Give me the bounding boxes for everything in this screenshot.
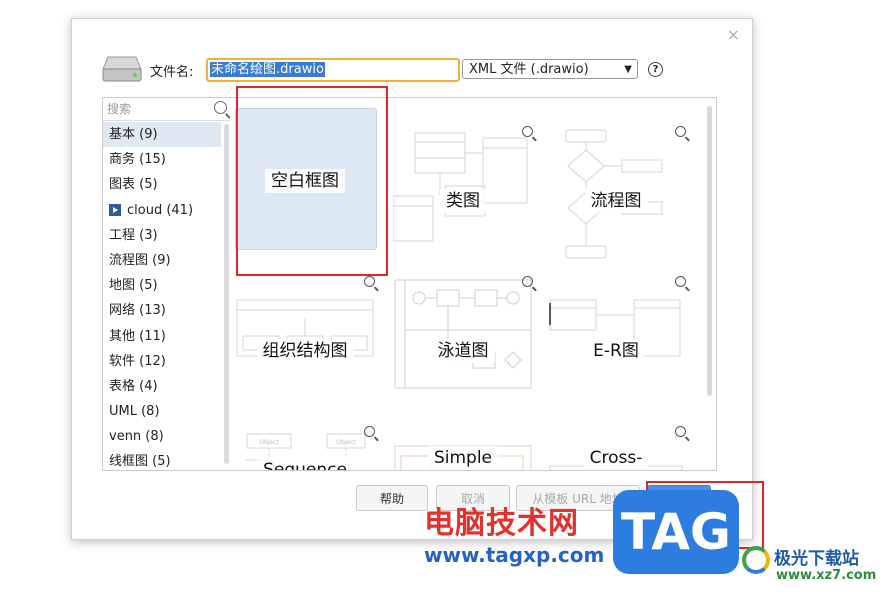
help-button[interactable]: 帮助 (356, 485, 428, 511)
brand-name: 极光下载站 (774, 549, 859, 569)
category-wireframe[interactable]: 线框图 (5) (103, 449, 221, 474)
template-swimlane[interactable]: 泳道图 (393, 276, 533, 418)
filename-label: 文件名: (150, 65, 194, 80)
new-diagram-dialog: × 文件名: 未命名绘图.drawio XML 文件 (.drawio) ▼ ?… (71, 18, 753, 540)
template-scrollbar[interactable] (707, 106, 712, 396)
category-business[interactable]: 商务 (15) (103, 147, 221, 172)
org-chart-zoom-icon[interactable] (364, 276, 375, 287)
watermark-url: www.tagxp.com (424, 543, 605, 567)
category-maps[interactable]: 地图 (5) (103, 273, 221, 298)
category-basic[interactable]: 基本 (9) (103, 122, 221, 148)
category-panel: 搜索 基本 (9) 商务 (15) 图表 (5) cloud (41) 工程 (… (102, 97, 232, 471)
template-class-diagram[interactable]: 类图 (393, 126, 533, 268)
format-select[interactable]: XML 文件 (.drawio) ▼ (462, 59, 638, 79)
template-org-chart[interactable]: 组织结构图 (235, 276, 375, 418)
template-flowchart[interactable]: 流程图 (546, 126, 686, 268)
category-charts[interactable]: 图表 (5) (103, 172, 221, 197)
category-list: 基本 (9) 商务 (15) 图表 (5) cloud (41) 工程 (3) … (103, 122, 221, 475)
category-network[interactable]: 网络 (13) (103, 298, 221, 323)
highlight-blank-template (236, 86, 388, 276)
brand-swirl-icon (742, 546, 770, 574)
chevron-down-icon: ▼ (624, 64, 632, 75)
template-simple[interactable]: Simple (393, 428, 533, 470)
category-flowchart[interactable]: 流程图 (9) (103, 248, 221, 273)
template-sequence-label: Sequence (257, 458, 353, 470)
close-icon[interactable]: × (727, 25, 740, 44)
category-tables[interactable]: 表格 (4) (103, 374, 221, 399)
template-sequence[interactable]: Object Object Sequence (235, 426, 375, 470)
sequence-object-b: Object (336, 439, 356, 446)
cross-functional-zoom-icon[interactable] (675, 426, 686, 437)
template-er-diagram[interactable]: E-R图 (546, 276, 686, 418)
category-venn[interactable]: venn (8) (103, 424, 221, 449)
tag-logo: TAG (613, 490, 739, 574)
category-scrollbar[interactable] (224, 124, 229, 464)
flowchart-zoom-icon[interactable] (675, 126, 686, 137)
sequence-zoom-icon[interactable] (364, 426, 375, 437)
category-cloud-label: cloud (41) (127, 202, 194, 218)
search-placeholder: 搜索 (107, 102, 132, 116)
template-cross-functional[interactable]: Cross- (546, 426, 686, 470)
template-cross-functional-label: Cross- (583, 446, 649, 470)
template-swimlane-label: 泳道图 (431, 339, 495, 363)
er-diagram-zoom-icon[interactable] (675, 276, 686, 287)
search-input[interactable]: 搜索 (103, 98, 231, 121)
category-cloud[interactable]: cloud (41) (103, 198, 221, 223)
filename-value: 未命名绘图.drawio (210, 62, 325, 77)
class-diagram-zoom-icon[interactable] (522, 126, 533, 137)
template-er-diagram-label: E-R图 (587, 339, 645, 363)
watermark-title: 电脑技术网 (424, 506, 579, 541)
swimlane-zoom-icon[interactable] (522, 276, 533, 287)
category-software[interactable]: 软件 (12) (103, 349, 221, 374)
expand-arrow-icon (109, 204, 121, 217)
hard-drive-icon (102, 56, 142, 82)
template-flowchart-label: 流程图 (584, 189, 648, 213)
category-uml[interactable]: UML (8) (103, 399, 221, 424)
search-icon (214, 101, 227, 114)
category-other[interactable]: 其他 (11) (103, 324, 221, 349)
filename-input[interactable]: 未命名绘图.drawio (206, 58, 460, 82)
help-icon[interactable]: ? (648, 62, 663, 77)
category-engineering[interactable]: 工程 (3) (103, 223, 221, 248)
brand-url: www.xz7.com (776, 568, 877, 583)
brand-logo: 极光下载站 www.xz7.com (740, 540, 890, 590)
template-simple-label: Simple (427, 446, 499, 470)
template-org-chart-label: 组织结构图 (256, 339, 354, 363)
format-value: XML 文件 (.drawio) (469, 62, 589, 77)
template-class-diagram-label: 类图 (440, 189, 486, 213)
sequence-object-a: Object (259, 439, 279, 446)
